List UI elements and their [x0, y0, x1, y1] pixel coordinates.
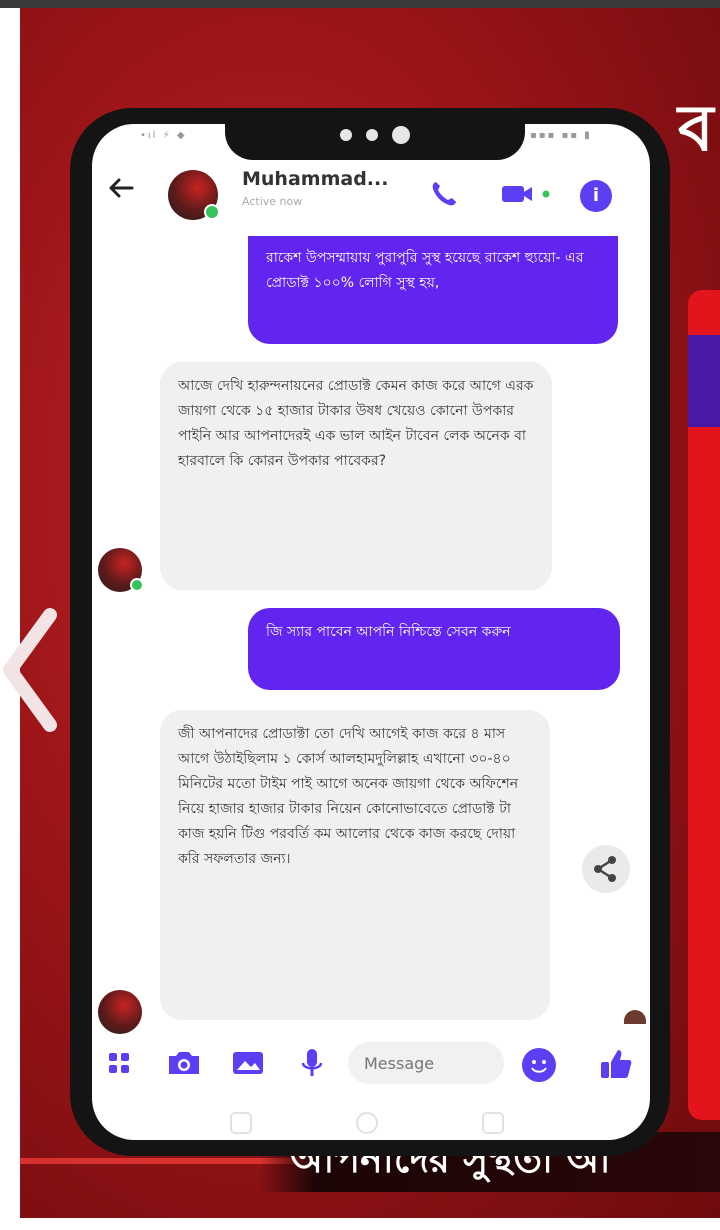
camera-notch [225, 110, 525, 160]
notch-camera [392, 126, 410, 144]
message-bubble-outgoing: রাকেশ উপসম্মায়ায় পুরাপুরি সুস্থ হয়েছে… [248, 236, 618, 344]
message-bubble-incoming: আজে দেখি হারুন্দনায়নের প্রোডাক্ট কেমন ক… [160, 362, 552, 590]
emoji-icon [531, 1060, 547, 1073]
gallery-button[interactable] [228, 1040, 268, 1086]
camera-icon [169, 1052, 199, 1074]
notch-dot [340, 129, 352, 141]
status-bar-right: ▪▪▪ ▪▪ ▮ [530, 130, 592, 141]
message-bubble-outgoing: জি স্যার পাবেন আপনি নিশ্চিন্তে সেবন করুন [248, 608, 620, 690]
share-button[interactable] [582, 845, 630, 893]
gallery-icon [233, 1052, 263, 1074]
sender-avatar[interactable] [98, 548, 144, 592]
contact-avatar[interactable] [168, 170, 220, 220]
microphone-icon [301, 1049, 323, 1076]
poster-corner-letter: ব [678, 91, 714, 166]
video-call-button[interactable] [500, 180, 560, 208]
online-indicator [130, 578, 144, 592]
video-icon [502, 186, 550, 202]
apps-icon [109, 1053, 129, 1073]
system-nav-bar [200, 1110, 530, 1134]
nav-back-button[interactable] [482, 1112, 504, 1134]
like-button[interactable] [596, 1044, 636, 1084]
call-button[interactable] [428, 178, 460, 210]
contact-name[interactable]: Muhammad... [242, 168, 388, 190]
previous-slide-button[interactable] [0, 605, 64, 735]
voice-button[interactable] [292, 1040, 332, 1086]
nav-recent-button[interactable] [230, 1112, 252, 1134]
status-bar-left: •ıl ⚡ ◆ [140, 130, 187, 141]
emoji-button[interactable] [522, 1048, 556, 1082]
nav-home-button[interactable] [356, 1112, 378, 1134]
online-indicator [204, 204, 220, 220]
chevron-left-icon [3, 608, 57, 732]
contact-status: Active now [242, 195, 303, 208]
back-button[interactable] [106, 173, 136, 211]
camera-button[interactable] [164, 1040, 204, 1086]
message-bubble-incoming: জী আপনাদের প্রোডাক্টা তো দেখি আগেই কাজ ক… [160, 710, 550, 1020]
message-input[interactable] [348, 1042, 504, 1084]
sender-avatar[interactable] [98, 990, 142, 1034]
side-panel-accent [688, 335, 720, 427]
info-icon[interactable]: i [580, 180, 612, 212]
top-status-strip [0, 0, 720, 8]
apps-button[interactable] [104, 1040, 144, 1086]
thumbs-up-icon [601, 1050, 632, 1078]
phone-icon [432, 182, 456, 206]
share-icon [594, 856, 616, 882]
notch-dot [366, 129, 378, 141]
back-arrow-icon [109, 178, 134, 198]
